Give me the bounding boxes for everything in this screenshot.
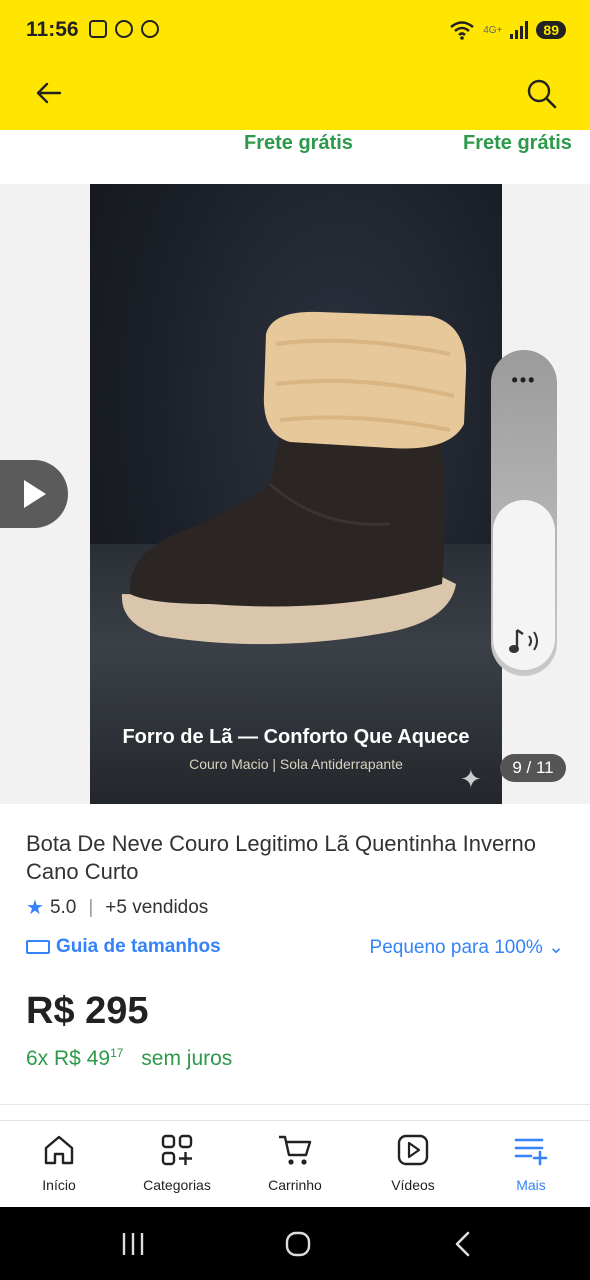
nav-home[interactable]: Início [0, 1121, 118, 1207]
size-guide-label: Guia de tamanhos [56, 936, 221, 957]
nav-label: Início [42, 1177, 76, 1193]
network-label: 4G+ [483, 24, 503, 36]
installments-amount: 6x R$ 49 [26, 1047, 111, 1070]
product-gallery[interactable]: Forro de Lã — Conforto Que Aquece Couro … [0, 184, 590, 804]
product-price: R$ 295 [26, 990, 149, 1032]
nav-videos[interactable]: Vídeos [354, 1121, 472, 1207]
caption-subtitle: Couro Macio | Sola Antiderrapante [189, 756, 403, 772]
chat-icon [115, 20, 133, 38]
fit-label: Pequeno para 100% [369, 937, 543, 958]
caption-title: Forro de Lã — Conforto Que Aquece [122, 726, 470, 748]
nav-label: Vídeos [391, 1177, 435, 1193]
nav-cart[interactable]: Carrinho [236, 1121, 354, 1207]
rating-row[interactable]: ★ 5.0 | +5 vendidos [26, 895, 208, 920]
signal-icon [510, 21, 529, 39]
floating-side-panel[interactable]: ••• [491, 350, 557, 676]
more-options-icon[interactable]: ••• [491, 370, 557, 391]
sound-icon[interactable] [507, 626, 543, 656]
installments: 6x R$ 4917 sem juros [26, 1046, 232, 1071]
image-counter: 9 / 11 [500, 754, 566, 782]
product-title: Bota De Neve Couro Legitimo Lã Quentinha… [26, 831, 536, 884]
menu-plus-icon [514, 1138, 548, 1166]
nav-label: Categorias [143, 1177, 211, 1193]
status-bar: 11:56 4G+ 89 [26, 18, 566, 48]
star-icon: ★ [26, 897, 44, 919]
size-guide-link[interactable]: Guia de tamanhos [26, 936, 221, 958]
system-navigation-bar [0, 1207, 590, 1280]
arrow-left-icon[interactable] [34, 78, 64, 108]
screenshot-icon [89, 20, 107, 38]
free-shipping-label: Frete grátis [244, 132, 353, 154]
size-row: Guia de tamanhos Pequeno para 100% ⌄ [26, 936, 564, 966]
rating-value: 5.0 [49, 896, 77, 918]
back-system-icon[interactable] [452, 1231, 474, 1257]
nav-categories[interactable]: Categorias [118, 1121, 236, 1207]
sparkle-icon: ✦ [460, 764, 482, 794]
top-bar: 11:56 4G+ 89 [0, 0, 590, 130]
status-time: 11:56 [26, 18, 79, 41]
video-icon [397, 1134, 429, 1166]
sold-count: +5 vendidos [105, 896, 209, 918]
side-panel-slider[interactable] [493, 500, 555, 670]
battery-indicator: 89 [536, 21, 566, 39]
play-video-button[interactable] [0, 460, 68, 528]
wifi-icon [450, 21, 475, 40]
fit-dropdown[interactable]: Pequeno para 100% ⌄ [370, 936, 564, 959]
recent-apps-icon[interactable] [120, 1231, 146, 1257]
boot-illustration [121, 311, 467, 645]
home-system-icon[interactable] [284, 1231, 312, 1257]
free-shipping-strip: Frete grátis Frete grátis [0, 132, 590, 182]
chevron-down-icon: ⌄ [548, 937, 564, 958]
cart-icon [279, 1135, 312, 1165]
separator: | [88, 896, 94, 918]
play-icon [24, 480, 46, 508]
product-photo[interactable]: Forro de Lã — Conforto Que Aquece Couro … [90, 184, 502, 804]
installments-cents: 17 [110, 1046, 124, 1060]
nav-more[interactable]: Mais [472, 1121, 590, 1207]
nav-label: Carrinho [268, 1177, 322, 1193]
bottom-navigation: Início Categorias Carrinho Vídeos Mais [0, 1120, 590, 1207]
ruler-icon [26, 940, 50, 954]
app-notification-icon [141, 20, 159, 38]
free-shipping-label: Frete grátis [463, 132, 572, 154]
status-right: 4G+ 89 [449, 20, 566, 40]
notification-icons [89, 20, 159, 38]
categories-icon [161, 1134, 193, 1166]
home-icon [44, 1135, 74, 1165]
search-icon[interactable] [526, 78, 558, 110]
divider [0, 1104, 590, 1105]
installments-note: sem juros [141, 1047, 233, 1070]
nav-label: Mais [516, 1177, 546, 1193]
